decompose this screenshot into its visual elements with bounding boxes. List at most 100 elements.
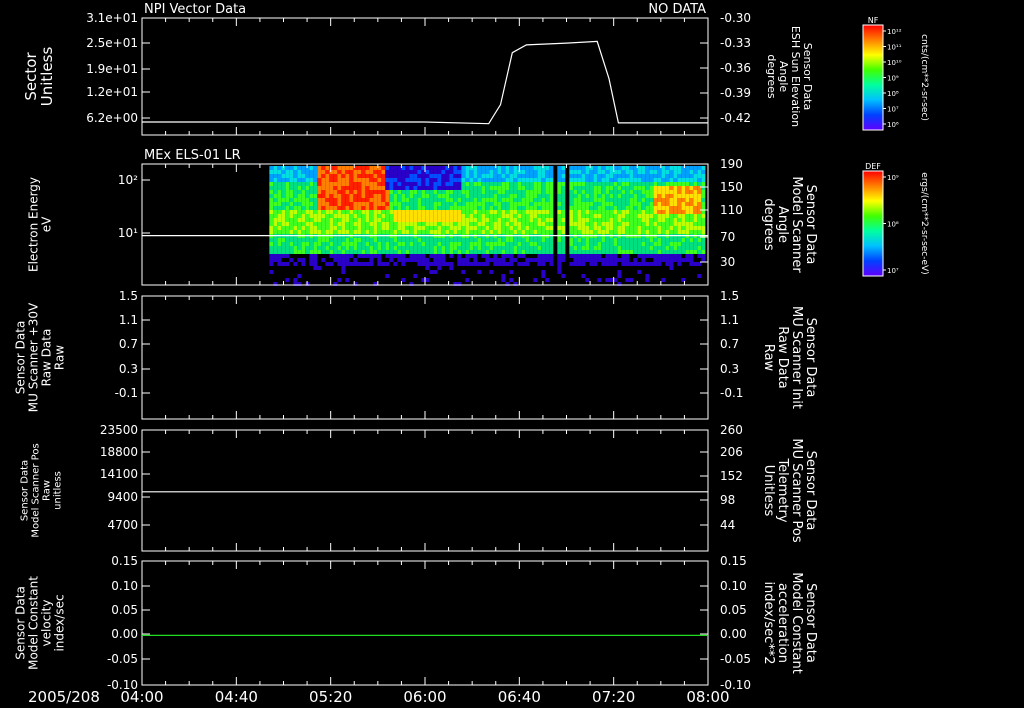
- spectrogram-cell: [401, 182, 406, 186]
- spectrogram-cell: [561, 246, 566, 250]
- spectrogram-cell: [533, 222, 538, 226]
- spectrogram-cell: [601, 214, 606, 218]
- spectrogram-cell: [313, 170, 318, 174]
- spectrogram-cell: [613, 246, 618, 250]
- spectrogram-cell: [653, 190, 658, 194]
- spectrogram-cell: [429, 218, 434, 222]
- spectrogram-cell: [569, 174, 574, 178]
- spectrogram-cell: [421, 182, 426, 186]
- spectrogram-cell: [701, 222, 706, 226]
- spectrogram-cell: [529, 186, 534, 190]
- spectrogram-cell: [605, 198, 610, 202]
- spectrogram-cell: [693, 202, 698, 206]
- spectrogram-cell: [673, 194, 678, 198]
- spectrogram-cell: [465, 250, 470, 254]
- spectrogram-cell: [277, 230, 282, 234]
- y-tick-label-left: -0.05: [107, 652, 138, 666]
- spectrogram-cell: [701, 198, 706, 202]
- spectrogram-cell: [333, 198, 338, 202]
- spectrogram-cell: [349, 242, 354, 246]
- spectrogram-cell: [585, 206, 590, 210]
- spectrogram-cell: [633, 238, 638, 242]
- spectrogram-cell: [681, 174, 686, 178]
- spectrogram-cell: [617, 166, 622, 170]
- spectrogram-cell: [685, 226, 690, 230]
- spectrogram-cell: [693, 246, 698, 250]
- spectrogram-cell: [509, 202, 514, 206]
- spectrogram-cell: [657, 258, 662, 262]
- spectrogram-cell: [425, 194, 430, 198]
- spectrogram-cell: [433, 238, 438, 242]
- spectrogram-cell: [649, 214, 654, 218]
- spectrogram-cell: [333, 166, 338, 170]
- spectrogram-cell: [613, 198, 618, 202]
- spectrogram-cell: [641, 182, 646, 186]
- spectrogram-cell: [605, 246, 610, 250]
- spectrogram-cell: [541, 218, 546, 222]
- spectrogram-cell: [657, 206, 662, 210]
- spectrogram-cell: [581, 218, 586, 222]
- spectrogram-cell: [429, 182, 434, 186]
- spectrogram-cell: [337, 238, 342, 242]
- spectrogram-cell: [549, 218, 554, 222]
- spectrogram-cell: [549, 194, 554, 198]
- spectrogram-cell: [697, 190, 702, 194]
- spectrogram-cell: [433, 246, 438, 250]
- spectrogram-cell: [293, 250, 298, 254]
- spectrogram-cell: [317, 242, 322, 246]
- spectrogram-cell: [365, 250, 370, 254]
- spectrogram-cell: [501, 186, 506, 190]
- y-axis-label-left: SectorUnitless: [22, 47, 56, 107]
- spectrogram-cell: [645, 198, 650, 202]
- spectrogram-cell: [357, 166, 362, 170]
- y-axis-label-line: Sensor Data: [14, 586, 28, 660]
- spectrogram-cell: [397, 242, 402, 246]
- spectrogram-cell: [449, 230, 454, 234]
- spectrogram-cell: [581, 250, 586, 254]
- spectrogram-cell: [605, 262, 610, 266]
- spectrogram-cell: [277, 242, 282, 246]
- spectrogram-cell: [593, 190, 598, 194]
- spectrogram-cell: [437, 170, 442, 174]
- spectrogram-cell: [505, 222, 510, 226]
- spectrogram-cell: [505, 174, 510, 178]
- y-tick-label-left: 0.10: [111, 579, 138, 593]
- y-tick-label-right: 0.00: [720, 627, 747, 641]
- spectrogram-cell: [661, 250, 666, 254]
- spectrogram-cell: [541, 198, 546, 202]
- spectrogram-cell: [433, 198, 438, 202]
- spectrogram-cell: [429, 198, 434, 202]
- spectrogram-cell: [365, 174, 370, 178]
- spectrogram-cell: [349, 250, 354, 254]
- spectrogram-cell: [481, 246, 486, 250]
- spectrogram-cell: [297, 238, 302, 242]
- spectrogram-cell: [657, 250, 662, 254]
- spectrogram-cell: [641, 170, 646, 174]
- spectrogram-cell: [449, 170, 454, 174]
- spectrogram-cell: [285, 182, 290, 186]
- spectrogram-cell: [421, 246, 426, 250]
- spectrogram-cell: [505, 198, 510, 202]
- spectrogram-cell: [289, 186, 294, 190]
- spectrogram-cell: [301, 206, 306, 210]
- spectrogram-cell: [461, 182, 466, 186]
- spectrogram-cell: [449, 182, 454, 186]
- spectrogram-cell: [493, 254, 498, 258]
- spectrogram-cell: [361, 254, 366, 258]
- spectrogram-cell: [353, 258, 358, 262]
- spectrogram-cell: [273, 190, 278, 194]
- spectrogram-cell: [505, 170, 510, 174]
- spectrogram-cell: [421, 230, 426, 234]
- spectrogram-cell: [517, 242, 522, 246]
- colorbar-unit: cnts/(cm**2-sr-sec): [919, 34, 929, 121]
- spectrogram-cell: [557, 202, 562, 206]
- spectrogram-cell: [445, 178, 450, 182]
- spectrogram-cell: [433, 222, 438, 226]
- spectrogram-cell: [361, 166, 366, 170]
- spectrogram-cell: [653, 230, 658, 234]
- spectrogram-cell: [537, 170, 542, 174]
- spectrogram-cell: [505, 178, 510, 182]
- spectrogram-cell: [349, 170, 354, 174]
- spectrogram-cell: [653, 262, 658, 266]
- y-tick-label-right: 0.7: [720, 337, 739, 351]
